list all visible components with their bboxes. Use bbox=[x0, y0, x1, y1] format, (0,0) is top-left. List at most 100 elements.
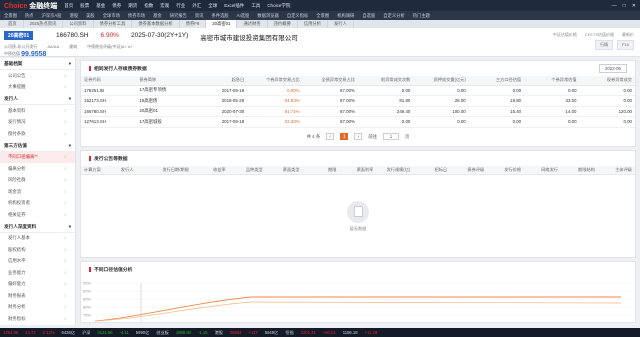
column-header[interactable]: 招标日 bbox=[413, 165, 451, 175]
star-icon[interactable]: ☆ bbox=[63, 73, 67, 79]
star-icon[interactable]: ☆ bbox=[63, 119, 67, 125]
column-header[interactable]: 质押成交量(亿元) bbox=[413, 76, 469, 86]
toolbar-item[interactable]: 热点 bbox=[25, 13, 34, 19]
tab-item[interactable]: 债券分析工具 bbox=[94, 20, 133, 28]
sidebar-item[interactable]: 经营状况☆ bbox=[0, 325, 75, 326]
period-selector[interactable]: 2022-06 bbox=[598, 64, 627, 73]
toolbar-item[interactable]: 美股 bbox=[86, 13, 95, 19]
issuer-name[interactable]: 高密市城市建设投资集团有限公司 bbox=[200, 32, 298, 42]
page-1-button[interactable]: 1 bbox=[340, 133, 349, 140]
column-header[interactable]: 品种类型 bbox=[228, 165, 266, 175]
column-header[interactable]: 个券异常估值 bbox=[524, 76, 580, 86]
menu-item[interactable]: 期货 bbox=[128, 3, 137, 9]
star-icon[interactable]: ☆ bbox=[63, 281, 67, 287]
toolbar-item[interactable]: 全球市场 bbox=[103, 13, 120, 19]
toolbar-item[interactable]: 自定义分析 bbox=[383, 13, 404, 19]
goto-page-input[interactable]: 1 bbox=[383, 133, 400, 140]
toolbar-item[interactable]: 热门主题 bbox=[413, 13, 430, 19]
column-header[interactable]: 期限结构 bbox=[560, 165, 598, 175]
minimize-icon[interactable]: — bbox=[612, 3, 617, 9]
menu-item[interactable]: 首页 bbox=[64, 3, 73, 9]
tab-item[interactable]: 首页 bbox=[2, 20, 24, 28]
tab-item[interactable]: 债券F9 bbox=[180, 20, 207, 28]
column-header[interactable]: 现券异常成交 bbox=[579, 76, 635, 86]
toolbar-item[interactable]: 自选股 bbox=[362, 13, 375, 19]
column-header[interactable]: 计算方案 bbox=[81, 165, 118, 175]
star-icon[interactable]: ☆ bbox=[63, 270, 67, 276]
column-header[interactable]: 发行价格 bbox=[487, 165, 525, 175]
table-row[interactable]: 152173.SH 19高密债 2019-05-29 94.93% 87.00% 81.8… bbox=[81, 95, 635, 107]
menu-item[interactable]: Excel插件 bbox=[224, 3, 244, 9]
menu-item[interactable]: 全球 bbox=[208, 3, 217, 9]
close-icon[interactable]: ✕ bbox=[632, 3, 636, 9]
table-row[interactable]: 166780.SH 20高密01 2020-07-30 91.71% 87.00% 249… bbox=[81, 106, 635, 117]
bond-ticker[interactable]: 20高密01 bbox=[4, 31, 34, 40]
star-icon[interactable]: ☆ bbox=[63, 212, 67, 218]
sidebar-group[interactable]: 基础档案 ▾ bbox=[0, 58, 75, 70]
sidebar-item[interactable]: 发行人基本 ☆ bbox=[0, 233, 75, 245]
toolbar-item[interactable]: 基金 bbox=[153, 13, 162, 19]
star-icon[interactable]: ☆ bbox=[63, 166, 67, 172]
column-header[interactable]: 三方口径估值 bbox=[468, 76, 525, 86]
star-icon[interactable]: ☆ bbox=[63, 200, 67, 206]
menu-item[interactable]: 股票 bbox=[80, 3, 89, 9]
tab-item[interactable]: 违约概要 bbox=[268, 20, 298, 28]
column-header[interactable]: 证券代码 bbox=[81, 76, 137, 86]
tab-item[interactable]: 2025热点资讯 bbox=[24, 20, 64, 28]
toolbar-item[interactable]: 机构调研 bbox=[337, 13, 354, 19]
column-header[interactable]: 收益率 bbox=[191, 165, 229, 175]
menu-item[interactable]: 指数 bbox=[144, 3, 153, 9]
star-icon[interactable]: ☆ bbox=[63, 177, 67, 183]
sidebar-item[interactable]: 财务指标 ☆ bbox=[0, 313, 75, 325]
column-header[interactable]: 前异常成交次数 bbox=[357, 76, 414, 86]
sidebar-item[interactable]: 财务报表 ☆ bbox=[0, 290, 75, 302]
maximize-icon[interactable]: □ bbox=[623, 3, 626, 9]
sidebar-group[interactable]: 发行人深度资料 ▾ bbox=[0, 221, 75, 233]
star-icon[interactable]: ☆ bbox=[63, 189, 67, 195]
star-icon[interactable]: ☆ bbox=[63, 316, 67, 322]
menu-item[interactable]: 宏观 bbox=[160, 3, 169, 9]
toolbar-item[interactable]: 研究报告 bbox=[170, 13, 187, 19]
sidebar-item[interactable]: 发行情况 ☆ bbox=[0, 117, 75, 129]
star-icon[interactable]: ☆ bbox=[63, 247, 67, 253]
prev-page-button[interactable]: ‹ bbox=[326, 133, 335, 140]
star-icon[interactable]: ☆ bbox=[63, 154, 67, 160]
column-header[interactable]: 个券异常交易占比 bbox=[247, 76, 303, 86]
column-header[interactable]: 主体评级 bbox=[597, 165, 635, 175]
header-button[interactable]: 行情 bbox=[595, 40, 614, 50]
star-icon[interactable]: ☆ bbox=[63, 235, 67, 241]
tab-item[interactable]: 发行人 bbox=[328, 20, 354, 28]
sidebar-group[interactable]: 发行人 ▾ bbox=[0, 93, 75, 105]
sidebar-item[interactable]: 信用水平 ☆ bbox=[0, 256, 75, 268]
sidebar-item[interactable]: 偏离分析 ☆ bbox=[0, 163, 75, 175]
column-header[interactable]: 债券评级 bbox=[450, 165, 488, 175]
toolbar-item[interactable]: 数据浏览器 bbox=[257, 13, 278, 19]
sidebar-item[interactable]: 不同口径偏离** ☆ bbox=[0, 151, 75, 163]
menu-item[interactable]: 工具 bbox=[251, 3, 260, 9]
sidebar-item[interactable]: 业务能力 ☆ bbox=[0, 267, 75, 279]
tab-item[interactable]: 20高密01 bbox=[206, 20, 238, 28]
tab-item[interactable]: 公司资料 bbox=[63, 20, 94, 28]
sidebar-item[interactable]: 财务分析 ☆ bbox=[0, 302, 75, 314]
column-header[interactable]: 发行人 bbox=[117, 165, 155, 175]
sidebar-item[interactable]: 公司公告 ☆ bbox=[0, 70, 75, 82]
star-icon[interactable]: ☆ bbox=[63, 258, 67, 264]
sidebar-item[interactable]: 大事提醒 ☆ bbox=[0, 82, 75, 94]
toolbar-item[interactable]: 港股 bbox=[70, 13, 79, 19]
toolbar-item[interactable]: 全景图 bbox=[316, 13, 329, 19]
sidebar-item[interactable]: 风险社群 ☆ bbox=[0, 175, 75, 187]
column-header[interactable]: 起息日 bbox=[191, 76, 248, 86]
column-header[interactable]: 票面利率 bbox=[339, 165, 377, 175]
sidebar-item[interactable]: 股权结构 ☆ bbox=[0, 244, 75, 256]
toolbar-item[interactable]: 全景图 bbox=[4, 13, 17, 19]
tab-item[interactable]: 信用分析 bbox=[298, 20, 329, 28]
sidebar-item[interactable]: 偏好能力 ☆ bbox=[0, 279, 75, 291]
star-icon[interactable]: ☆ bbox=[63, 131, 67, 137]
menu-item[interactable]: Choice学院 bbox=[267, 3, 290, 9]
menu-item[interactable]: 基金 bbox=[96, 3, 105, 9]
column-header[interactable]: 期限 bbox=[302, 165, 340, 175]
star-icon[interactable]: ☆ bbox=[63, 84, 67, 90]
menu-item[interactable]: 外汇 bbox=[192, 3, 201, 9]
sidebar-item[interactable]: 基本资料 ☆ bbox=[0, 105, 75, 117]
column-header[interactable]: 发行规模(亿) bbox=[376, 165, 414, 175]
